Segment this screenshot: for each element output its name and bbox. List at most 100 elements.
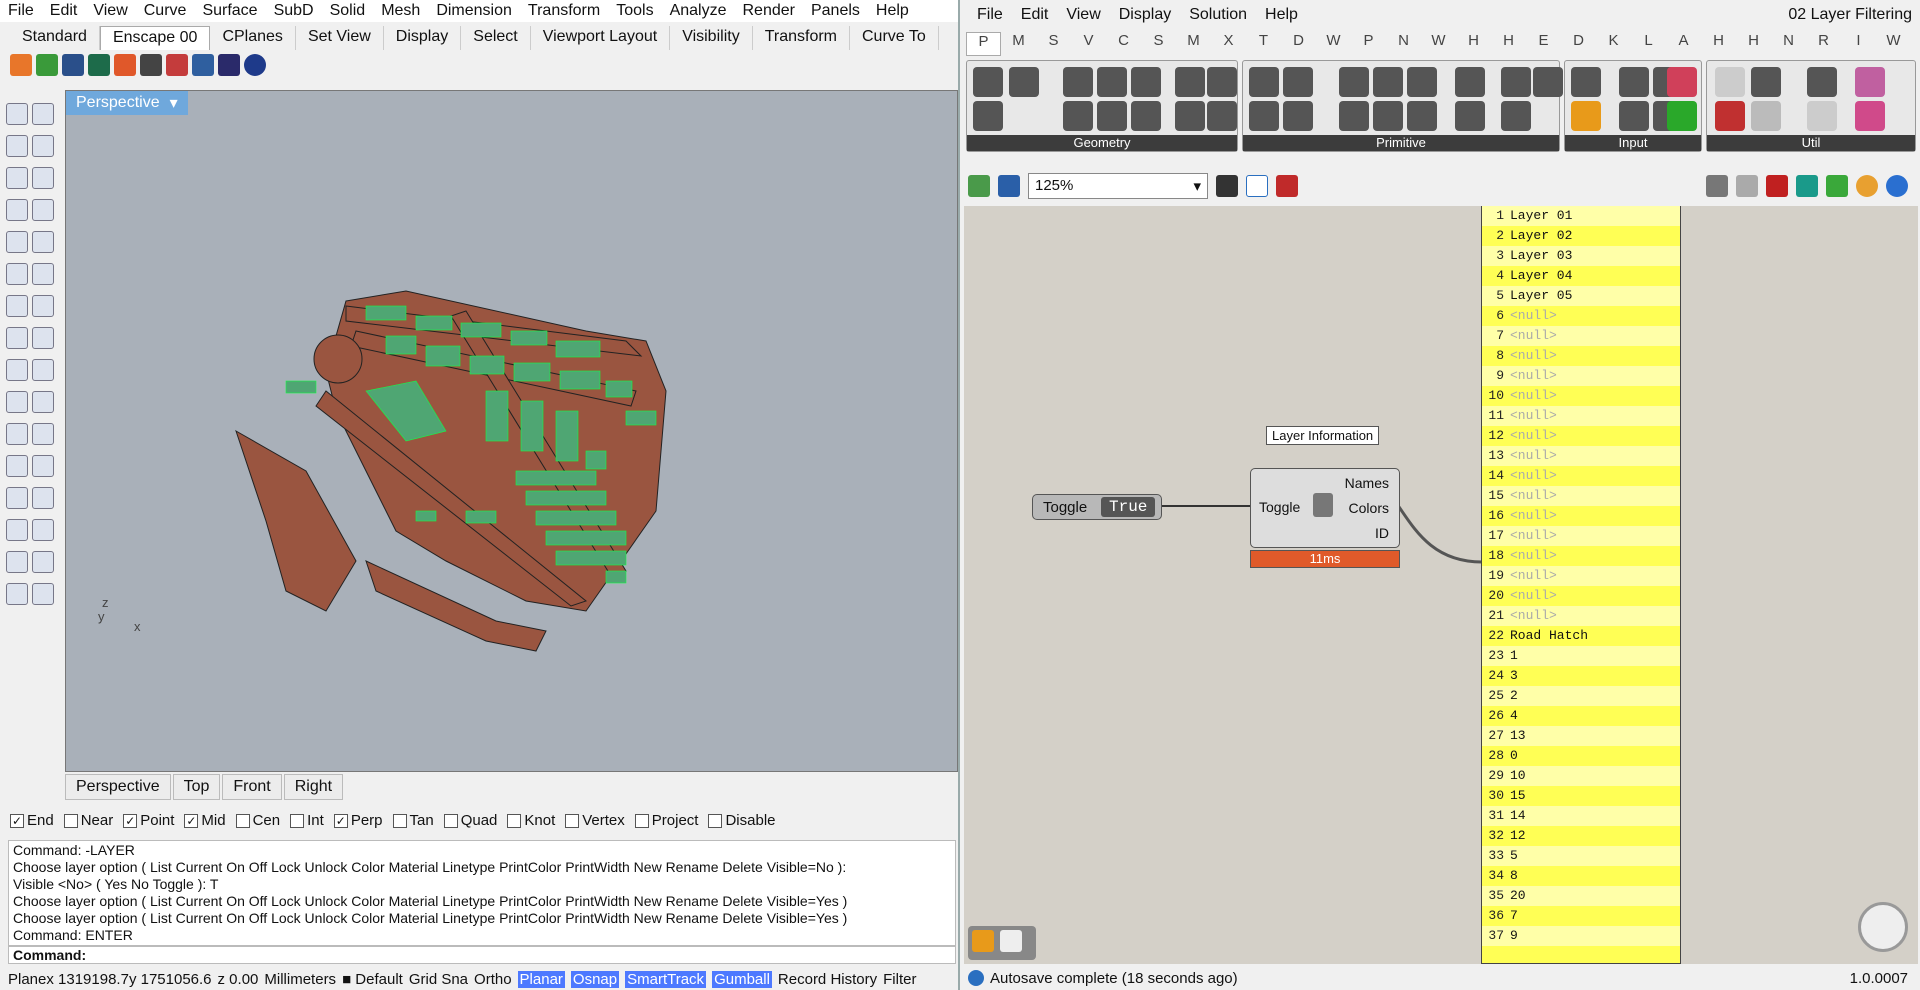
move-icon[interactable] [6,455,28,477]
osnap-mid[interactable]: ✓ Mid [184,812,226,829]
checkbox[interactable] [392,813,407,828]
circle-icon[interactable] [6,167,28,189]
menu-item[interactable]: Surface [194,2,265,20]
gh-tab[interactable]: S [1141,32,1176,56]
status-toggle[interactable]: Filter [883,971,916,988]
checkbox[interactable]: ✓ [10,813,24,828]
status-toggle[interactable]: Planar [517,970,565,988]
array-icon[interactable] [6,487,28,509]
sync-icon[interactable] [36,54,58,76]
osnap-cen[interactable]: Cen [235,812,280,829]
group-icon[interactable] [6,423,28,445]
menu-item[interactable]: Curve [136,2,195,20]
mesh-icon[interactable] [6,327,28,349]
osnap-near[interactable]: Near [63,812,113,829]
perspective-viewport[interactable]: Perspective ▾ z y x [65,90,958,772]
boolean-icon[interactable] [32,295,54,317]
ellipse-icon[interactable] [32,167,54,189]
check-icon[interactable] [32,519,54,541]
gh-tab[interactable]: M [1176,32,1211,56]
gh-tab[interactable]: I [1841,32,1876,56]
gh-tab[interactable]: P [966,32,1001,56]
menu-item[interactable]: View [85,2,135,20]
gh-menu-item[interactable]: File [968,6,1012,24]
command-line[interactable]: Command: [8,946,956,964]
viewport-tab[interactable]: Right [283,774,344,800]
sketch-icon[interactable] [1276,175,1298,197]
gh-menu-item[interactable]: Display [1110,6,1180,24]
checkbox[interactable] [235,813,250,828]
explode-icon[interactable] [6,359,28,381]
mesh-quality-icon[interactable] [1856,175,1878,197]
status-toggle[interactable]: Osnap [570,970,620,988]
gh-tab[interactable]: H [1491,32,1526,56]
list-icon[interactable] [1000,930,1022,952]
status-layer[interactable]: ■ Default [342,971,403,988]
osnap-tan[interactable]: Tan [392,812,434,829]
gh-tab[interactable]: K [1596,32,1631,56]
point-icon[interactable] [32,103,54,125]
toolbar-tab[interactable]: Visibility [670,26,753,50]
zoom-select[interactable]: 125% [1028,173,1208,199]
toolbar-tab[interactable]: Select [461,26,531,50]
gear-icon[interactable] [192,54,214,76]
gh-tab[interactable]: X [1211,32,1246,56]
ungroup-icon[interactable] [32,423,54,445]
menu-item[interactable]: Panels [803,2,868,20]
fillet-icon[interactable] [32,231,54,253]
gh-tab[interactable]: S [1036,32,1071,56]
enscape-start-icon[interactable] [10,54,32,76]
output-colors[interactable]: Colors [1349,500,1389,516]
menu-item[interactable]: Solid [322,2,374,20]
viewport-tab[interactable]: Perspective [65,774,171,800]
menu-item[interactable]: Help [868,2,917,20]
checkbox[interactable] [565,813,580,828]
checkbox[interactable] [634,813,649,828]
extrude-icon[interactable] [32,263,54,285]
osnap-knot[interactable]: Knot [507,812,555,829]
checkbox[interactable]: ✓ [333,813,348,828]
info-icon[interactable] [244,54,266,76]
box-icon[interactable] [6,295,28,317]
gh-tab[interactable]: W [1876,32,1911,56]
input-toggle[interactable]: Toggle [1259,499,1300,515]
toolbar-tab[interactable]: Standard [10,26,100,50]
grid-icon[interactable] [140,54,162,76]
polygon-icon[interactable] [6,199,28,221]
toolbar-tab[interactable]: Transform [753,26,850,50]
toolbar-tab[interactable]: Viewport Layout [531,26,671,50]
surface-icon[interactable] [6,263,28,285]
boolean-toggle[interactable]: Toggle True [1032,494,1162,520]
polyline-icon[interactable] [6,135,28,157]
gh-tab[interactable]: D [1281,32,1316,56]
gh-tab[interactable]: R [1806,32,1841,56]
solver-radial-icon[interactable] [1858,902,1908,952]
preview-wire-icon[interactable] [1736,175,1758,197]
gh-canvas[interactable]: Toggle True Layer Information Toggle Nam… [964,206,1918,964]
arc-icon[interactable] [6,231,28,253]
output-names[interactable]: Names [1345,475,1389,491]
status-toggle[interactable]: Ortho [474,971,512,988]
menu-item[interactable]: Edit [42,2,86,20]
surface-edit-icon[interactable] [32,327,54,349]
gh-tab[interactable]: A [1666,32,1701,56]
save-icon[interactable] [998,175,1020,197]
select-icon[interactable] [6,103,28,125]
gh-tab[interactable]: H [1701,32,1736,56]
views-icon[interactable] [62,54,84,76]
toolbar-tab[interactable]: CPlanes [210,26,296,50]
eye-icon[interactable] [1246,175,1268,197]
checkbox[interactable] [708,813,723,828]
gh-tab[interactable]: P [1351,32,1386,56]
osnap-perp[interactable]: ✓ Perp [333,812,383,829]
menu-item[interactable]: Transform [520,2,608,20]
layer-information-component[interactable]: Toggle Names Colors ID [1250,468,1400,548]
trim-icon[interactable] [6,391,28,413]
mail-icon[interactable] [218,54,240,76]
status-toggle[interactable]: Record History [778,971,877,988]
open-file-icon[interactable] [968,175,990,197]
join-icon[interactable] [32,359,54,381]
gh-tab[interactable]: H [1736,32,1771,56]
toolbar-tab[interactable]: Display [384,26,462,50]
checkbox[interactable] [507,813,522,828]
